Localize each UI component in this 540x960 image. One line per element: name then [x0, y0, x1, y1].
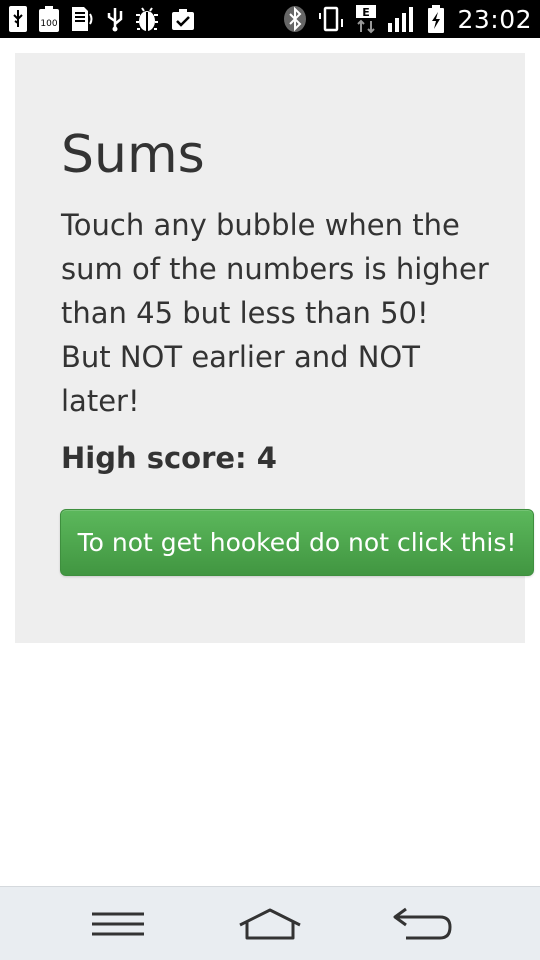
menu-icon — [92, 912, 144, 936]
battery-100-icon: 100 — [38, 5, 60, 33]
home-icon — [239, 908, 301, 940]
svg-text:100: 100 — [40, 19, 57, 29]
bug-icon — [134, 5, 160, 33]
usb-debug-icon — [106, 5, 124, 33]
vibrate-icon — [317, 5, 345, 33]
navigation-bar — [0, 886, 540, 960]
instruction-line: than 45 but less than 50! — [61, 296, 429, 330]
instruction-line: sum of the numbers is higher — [61, 252, 489, 286]
instructions-text: Touch any bubble when the sum of the num… — [61, 203, 501, 423]
usb-icon — [8, 5, 28, 33]
game-card: Sums Touch any bubble when the sum of th… — [15, 53, 534, 643]
network-type-label: E — [363, 6, 371, 19]
home-button[interactable] — [230, 901, 310, 947]
instruction-line: But NOT earlier and NOT — [61, 340, 420, 374]
instruction-line: later! — [61, 384, 140, 418]
status-clock: 23:02 — [457, 4, 532, 34]
high-score-label: High score: 4 — [61, 441, 277, 475]
signal-icon — [387, 5, 417, 33]
back-button[interactable] — [382, 901, 462, 947]
bluetooth-icon — [283, 5, 307, 33]
sd-card-icon — [70, 5, 96, 33]
back-icon — [393, 907, 452, 940]
data-arrows-icon: E — [355, 4, 377, 34]
notification-icons: 100 — [8, 5, 196, 33]
battery-charging-icon — [427, 4, 445, 34]
status-bar: 100 E 23:02 — [0, 0, 540, 38]
system-icons: E 23:02 — [283, 4, 532, 34]
page-title: Sums — [61, 125, 205, 185]
hook-button[interactable]: To not get hooked do not click this! — [60, 509, 534, 576]
clipboard-check-icon — [170, 5, 196, 33]
instruction-line: Touch any bubble when the — [61, 208, 460, 242]
menu-button[interactable] — [78, 901, 158, 947]
